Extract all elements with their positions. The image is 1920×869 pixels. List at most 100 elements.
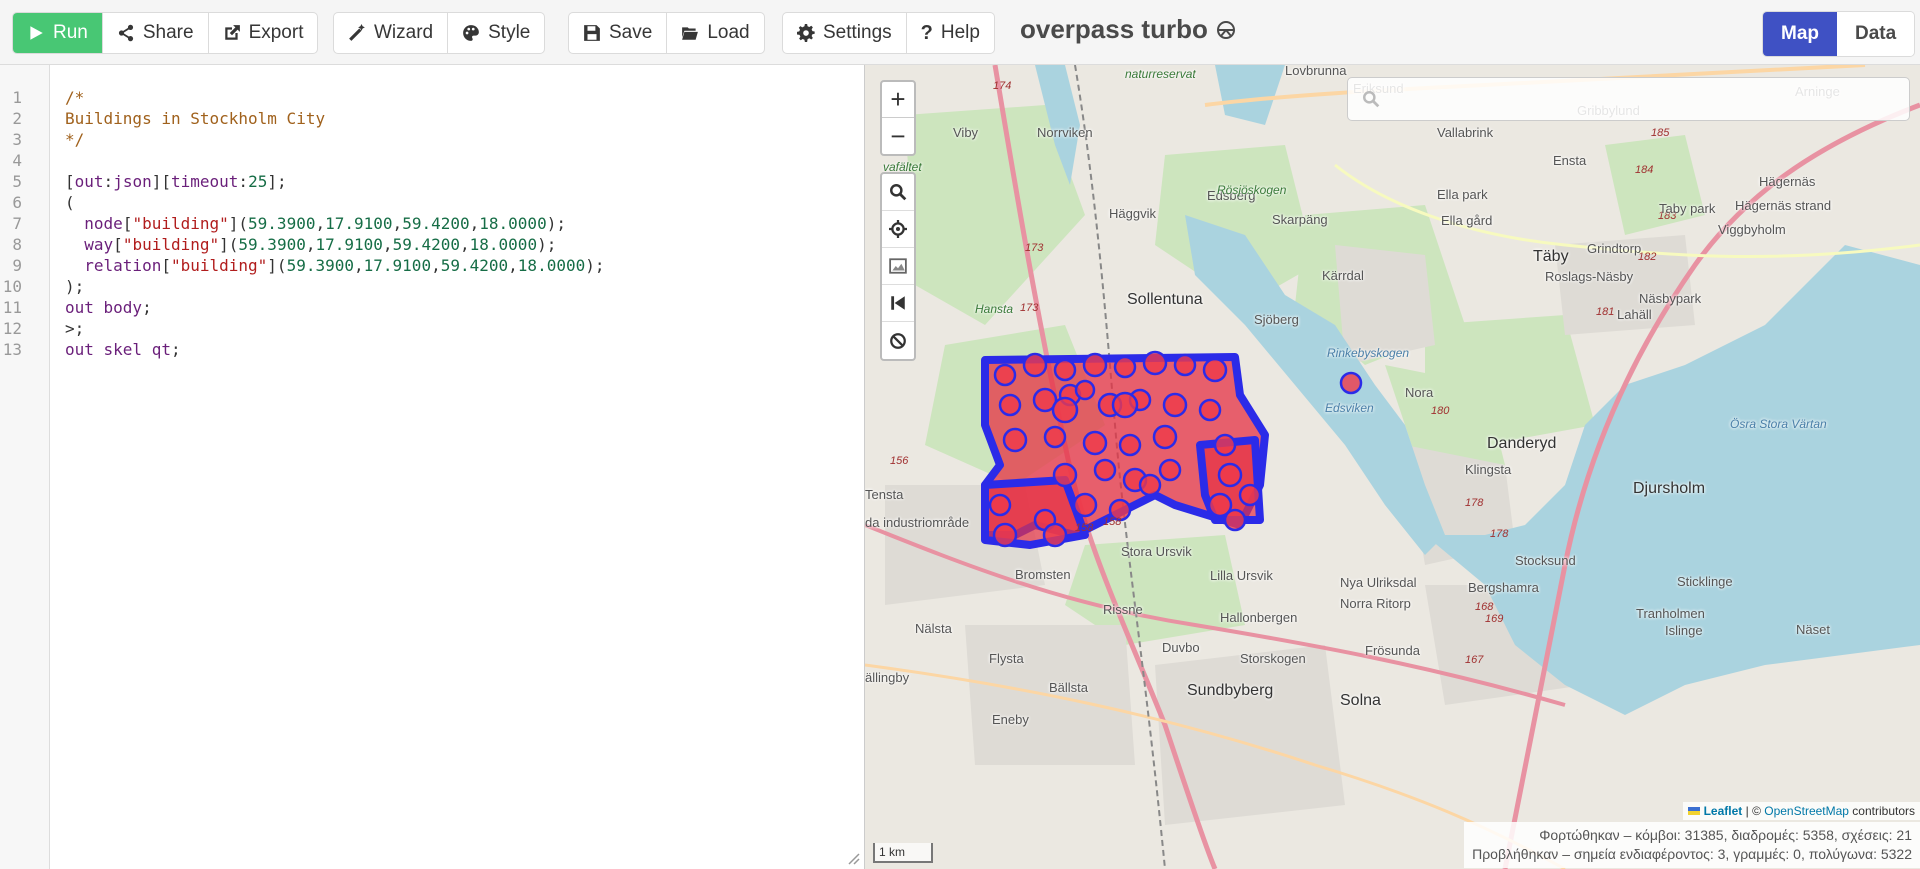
help-label: Help	[940, 22, 980, 43]
line-number: 8	[12, 235, 22, 254]
code-line[interactable]: node["building"](59.3900,17.9100,59.4200…	[65, 214, 605, 235]
map-place-label: Stora Ursvik	[1121, 544, 1192, 559]
code-line[interactable]: out skel qt;	[65, 340, 605, 361]
map-place-label: Lovbrunna	[1285, 65, 1347, 78]
map-place-label: Rinkebyskogen	[1327, 346, 1410, 360]
map-place-label: Ella park	[1437, 187, 1488, 202]
zoom-control: + −	[880, 80, 916, 156]
export-button[interactable]: Export	[209, 13, 318, 53]
export-label: Export	[248, 22, 304, 43]
share-label: Share	[142, 22, 194, 43]
search-icon	[1363, 91, 1380, 108]
line-number: 10	[2, 277, 22, 296]
line-number: 5	[12, 172, 22, 191]
code-line[interactable]	[65, 151, 605, 172]
svg-text:169: 169	[1485, 613, 1503, 625]
resize-grip-icon[interactable]	[848, 853, 860, 865]
line-number: 1	[12, 88, 22, 107]
app-title-text: overpass turbo	[1020, 14, 1208, 44]
map-tools	[880, 172, 916, 361]
zoom-in-button[interactable]: +	[882, 82, 914, 118]
svg-text:156: 156	[890, 455, 909, 467]
map-search-box[interactable]	[1347, 77, 1910, 121]
map-place-label: Näsbypark	[1639, 291, 1702, 306]
image-icon	[889, 258, 907, 274]
code-line[interactable]: (	[65, 193, 605, 214]
map-place-label: Frösunda	[1365, 643, 1420, 658]
view-toggle: Map Data	[1762, 11, 1916, 57]
restore-view-button[interactable]	[882, 285, 914, 322]
share-icon	[118, 24, 133, 42]
style-button[interactable]: Style	[448, 13, 544, 53]
line-number: 3	[12, 130, 22, 149]
wizard-style-group: Wizard Style	[333, 12, 546, 54]
code-line[interactable]: Buildings in Stockholm City	[65, 109, 605, 130]
map-place-label: Grindtorp	[1587, 241, 1642, 256]
map-place-label: Bällsta	[1049, 680, 1089, 695]
ban-icon	[890, 332, 906, 349]
floppy-disk-icon	[584, 25, 600, 41]
save-load-group: Save Load	[568, 12, 765, 54]
map-place-label: Sticklinge	[1677, 574, 1733, 589]
line-number: 6	[12, 193, 22, 212]
map-place-label: Islinge	[1665, 623, 1703, 638]
code-line[interactable]: );	[65, 277, 605, 298]
map-place-label: Rissne	[1103, 602, 1143, 617]
help-button[interactable]: ? Help	[907, 13, 994, 53]
tab-data[interactable]: Data	[1837, 12, 1915, 56]
map-place-label: Rösjöskogen	[1217, 183, 1287, 197]
save-button[interactable]: Save	[569, 13, 668, 53]
map-search-input[interactable]	[1390, 90, 1883, 108]
map-attribution: Leaflet | © OpenStreetMap contributors	[1683, 802, 1920, 820]
zoom-to-data-button[interactable]	[882, 174, 914, 211]
settings-help-group: Settings ? Help	[782, 12, 995, 54]
code-line[interactable]: /*	[65, 88, 605, 109]
locate-button[interactable]	[882, 211, 914, 248]
image-export-button[interactable]	[882, 248, 914, 285]
play-icon	[30, 26, 43, 40]
logo-icon	[1216, 20, 1235, 39]
code-line[interactable]: out body;	[65, 298, 605, 319]
map-place-label: Kärrdal	[1322, 268, 1364, 283]
map-place-label: Lahäll	[1617, 307, 1652, 322]
code-lines[interactable]: /* Buildings in Stockholm City */ [out:json…	[65, 88, 605, 361]
map-place-label: Nora	[1405, 385, 1434, 400]
stats-displayed: Προβλήθηκαν – σημεία ενδιαφέροντος: 3, γ…	[1472, 846, 1912, 862]
svg-text:181: 181	[1596, 306, 1614, 318]
code-line[interactable]: [out:json][timeout:25];	[65, 172, 605, 193]
skip-back-icon	[891, 296, 905, 310]
code-line[interactable]: */	[65, 130, 605, 151]
map-place-label: Eneby	[992, 712, 1029, 727]
query-editor[interactable]: 1 2 3 4 5 6 7 8 9 10 11 12 13 /* Building…	[0, 65, 865, 869]
map-place-label: Edsviken	[1325, 401, 1374, 415]
load-button[interactable]: Load	[667, 13, 763, 53]
code-line[interactable]: way["building"](59.3900,17.9100,59.4200,…	[65, 235, 605, 256]
svg-text:184: 184	[1635, 164, 1653, 176]
run-share-export-group: Run Share Export	[12, 12, 319, 54]
map-place-label: Tranholmen	[1636, 606, 1705, 621]
share-button[interactable]: Share	[103, 13, 209, 53]
map-place-label: Hägernäs strand	[1735, 198, 1832, 213]
line-number-gutter: 1 2 3 4 5 6 7 8 9 10 11 12 13	[0, 65, 50, 869]
leaflet-link[interactable]: Leaflet	[1704, 804, 1743, 818]
app-title: overpass turbo	[1020, 14, 1236, 45]
map-place-label: Bromsten	[1015, 567, 1071, 582]
magnifier-icon	[890, 184, 907, 201]
osm-link[interactable]: OpenStreetMap	[1764, 804, 1849, 818]
map-place-label: Vallabrink	[1437, 125, 1494, 140]
map-view[interactable]: 174 173 173 156 158 158 180 178 178 168 169 167 …	[865, 65, 1920, 869]
map-place-label: Hallonbergen	[1220, 610, 1298, 625]
code-line[interactable]: relation["building"](59.3900,17.9100,59.…	[65, 256, 604, 277]
map-place-label: Roslags-Näsby	[1545, 269, 1634, 284]
map-place-label: Stocksund	[1515, 553, 1576, 568]
map-place-label: Ensta	[1553, 153, 1587, 168]
external-link-icon	[224, 25, 240, 40]
code-line[interactable]: >;	[65, 319, 605, 340]
svg-text:174: 174	[993, 80, 1011, 92]
clear-data-button[interactable]	[882, 322, 914, 359]
zoom-out-button[interactable]: −	[882, 118, 914, 154]
run-button[interactable]: Run	[13, 13, 103, 53]
tab-map[interactable]: Map	[1763, 12, 1837, 56]
settings-button[interactable]: Settings	[783, 13, 907, 53]
wizard-button[interactable]: Wizard	[334, 13, 449, 53]
